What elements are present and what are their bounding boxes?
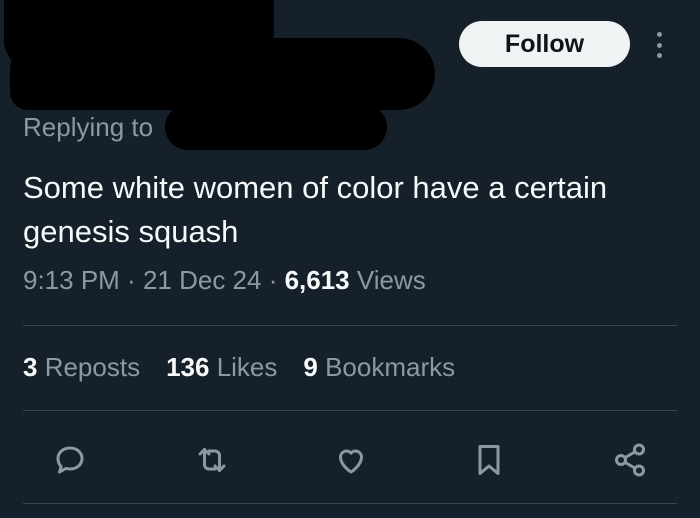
more-dot xyxy=(656,53,662,58)
replying-to: Replying to xyxy=(23,112,154,142)
like-icon[interactable] xyxy=(331,440,371,480)
more-dot xyxy=(656,42,662,48)
meta-separator: · xyxy=(119,265,143,295)
tweet-time[interactable]: 9:13 PM xyxy=(23,265,120,295)
reposts-count: 3 xyxy=(23,352,38,382)
tweet-date[interactable]: 21 Dec 24 xyxy=(143,265,262,295)
meta-separator: · xyxy=(261,265,285,295)
bookmark-icon[interactable] xyxy=(469,440,509,480)
reply-icon[interactable] xyxy=(50,440,90,480)
tweet-meta: 9:13 PM · 21 Dec 24 · 6,613 Views xyxy=(23,265,426,296)
bookmarks-label: Bookmarks xyxy=(317,352,456,382)
tweet-text: Some white women of color have a certain… xyxy=(23,170,608,249)
divider xyxy=(23,325,677,326)
redacted-handle xyxy=(10,38,435,110)
more-icon[interactable] xyxy=(648,28,670,62)
divider xyxy=(23,503,677,504)
bookmarks-count: 9 xyxy=(303,352,318,382)
share-icon[interactable] xyxy=(610,440,650,480)
redacted-reply-handle xyxy=(165,104,387,150)
reposts-label: Reposts xyxy=(37,352,141,382)
more-dot xyxy=(656,32,662,37)
views-count: 6,613 xyxy=(284,265,350,295)
bookmarks-stat[interactable]: 9 Bookmarks xyxy=(303,352,455,383)
repost-icon[interactable] xyxy=(192,440,232,480)
tweet-stats: 3 Reposts 136 Likes 9 Bookmarks xyxy=(23,352,455,383)
views-label: Views xyxy=(349,265,426,295)
reposts-stat[interactable]: 3 Reposts xyxy=(23,352,140,383)
likes-stat[interactable]: 136 Likes xyxy=(166,352,277,383)
follow-button[interactable]: Follow xyxy=(459,21,630,67)
likes-count: 136 xyxy=(166,352,210,382)
tweet-detail: Follow Replying to Some white women of c… xyxy=(0,0,700,518)
divider xyxy=(23,410,677,411)
likes-label: Likes xyxy=(209,352,278,382)
